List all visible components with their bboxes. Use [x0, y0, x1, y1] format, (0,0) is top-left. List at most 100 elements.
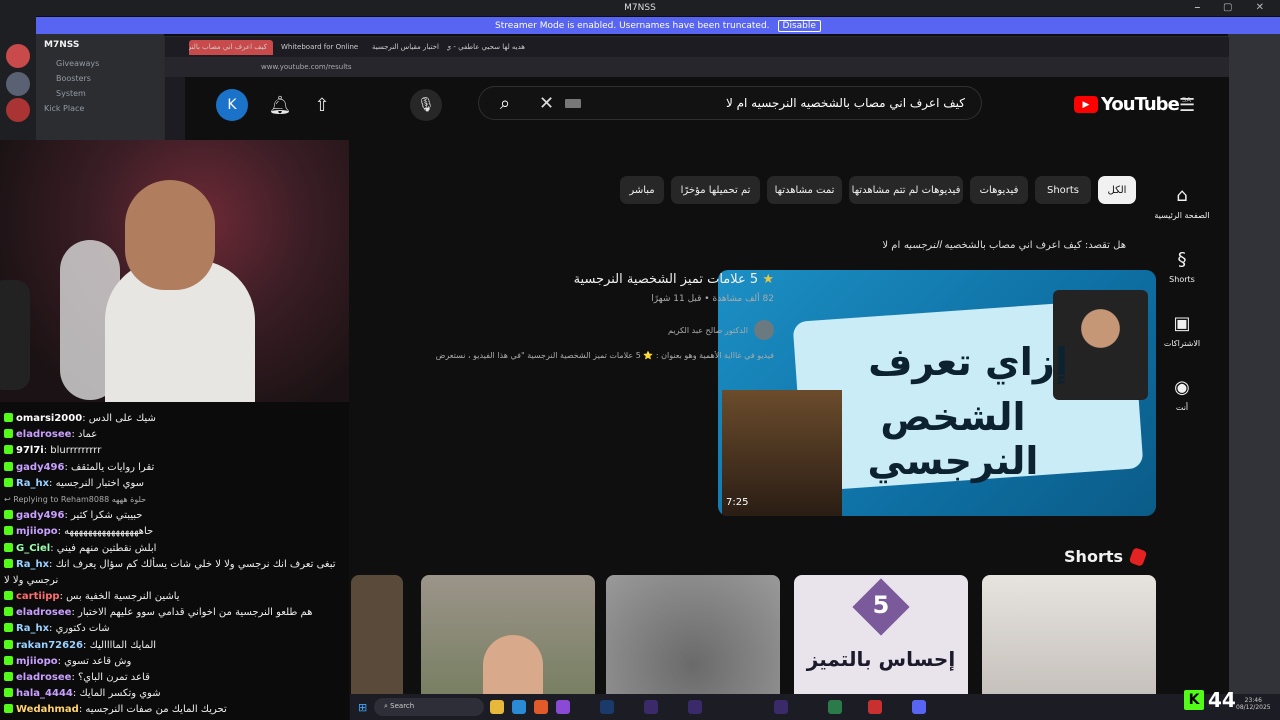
opera-icon[interactable] [868, 700, 882, 714]
chip-recent[interactable]: تم تحميلها مؤخرًا [671, 176, 760, 204]
nav-subscriptions[interactable]: ▣ الاشتراكات [1135, 313, 1229, 348]
system-clock[interactable]: 23:46 08/12/2025 [1236, 697, 1271, 711]
server-icon[interactable] [6, 98, 30, 122]
chat-username[interactable]: gady496 [16, 510, 64, 521]
server-icon[interactable] [6, 44, 30, 68]
webcam-overlay [0, 140, 349, 402]
nav-home[interactable]: ⌂ الصفحة الرئيسية [1135, 185, 1229, 220]
media-encoder-icon[interactable] [688, 700, 702, 714]
chrome-icon[interactable] [828, 700, 842, 714]
create-icon[interactable]: ⇧ [306, 89, 338, 121]
chat-username[interactable]: Ra_hx [16, 559, 49, 570]
chat-message: 97l7i: blurrrrrrrrr [0, 443, 349, 459]
account-avatar[interactable]: K [216, 89, 248, 121]
chat-username[interactable]: eladrosee [16, 429, 71, 440]
short-card[interactable] [982, 575, 1156, 695]
chat-username[interactable]: eladrosee [16, 672, 71, 683]
taskbar-search-label: Search [390, 702, 415, 710]
chip-videos[interactable]: فيديوهات [970, 176, 1028, 204]
tab-gift[interactable]: هديه لها سحبي عاطفي - ي... [447, 40, 531, 55]
channel-system[interactable]: System [36, 86, 164, 101]
chat-username[interactable]: mjiiopo [16, 526, 58, 537]
chip-shorts[interactable]: Shorts [1035, 176, 1091, 204]
disable-button[interactable]: Disable [777, 19, 821, 32]
url-text[interactable]: www.youtube.com/results [261, 63, 352, 71]
photoshop-icon[interactable] [600, 700, 614, 714]
chat-username[interactable]: eladrosee [16, 607, 71, 618]
tab-youtube[interactable]: كيف اعرف اني مصاب بالنر... [189, 40, 273, 55]
kick-badge-icon [4, 672, 13, 681]
chat-reply-indicator: ↩ Replying to Reham8088 حلوة هههه [0, 492, 349, 508]
chat-message: omarsi2000: شيك على الدس [0, 411, 349, 427]
search-box[interactable]: ⌕ ✕ كيف اعرف اني مصاب بالشخصيه النرجسيه … [478, 86, 982, 120]
tab-test[interactable]: اختبار مقياس النرجسية [361, 40, 445, 55]
chat-text: شات دكتوري [55, 623, 110, 635]
server-name[interactable]: M7NSS [36, 34, 164, 56]
video-channel[interactable]: الدكتور صالح عبد الكريم [668, 320, 774, 340]
channel-boosters[interactable]: Boosters [36, 71, 164, 86]
chat-username[interactable]: Wedahmad [16, 704, 79, 715]
chat-username[interactable]: 97l7i [16, 445, 44, 456]
chip-all[interactable]: الكل [1098, 176, 1136, 204]
chat-message: Wedahmad: تحريك المايك من صفات النرجسيه [0, 702, 349, 718]
chat-message: mjiiopo: حاههههههههههههههههه [0, 524, 349, 540]
chat-username[interactable]: Ra_hx [16, 478, 49, 489]
chat-username[interactable]: omarsi2000 [16, 413, 82, 424]
chat-username[interactable]: cartiipp [16, 591, 60, 602]
chat-username[interactable]: mjiiopo [16, 656, 58, 667]
chip-watched[interactable]: تمت مشاهدتها [767, 176, 842, 204]
thumbnail-text-line2: الشخص النرجسي [867, 395, 1039, 483]
chat-username[interactable]: Ra_hx [16, 623, 49, 634]
video-thumbnail[interactable]: إزاي تعرف الشخص النرجسي 7:25 [718, 270, 1156, 516]
video-title-text[interactable]: 5 علامات تميز الشخصية النرجسية [574, 272, 759, 287]
did-you-mean[interactable]: هل تقصد: كيف اعرف اني مصاب بالشخصيه النر… [882, 240, 1126, 251]
did-you-mean-query[interactable]: كيف اعرف اني مصاب بالشخصيه [944, 240, 1081, 251]
voice-search-icon[interactable]: 🎙︎ [410, 89, 442, 121]
did-you-mean-correction[interactable]: النرجسيه [903, 240, 941, 251]
did-you-mean-suffix[interactable]: ام لا [882, 240, 900, 251]
nav-shorts[interactable]: § Shorts [1135, 249, 1229, 284]
server-icon[interactable] [6, 72, 30, 96]
search-input[interactable]: كيف اعرف اني مصاب بالشخصيه النرجسيه ام ل… [726, 96, 965, 110]
chat-text: وش قاعد تسوي [64, 655, 132, 667]
chat-username[interactable]: G_Ciel [16, 543, 50, 554]
search-icon[interactable]: ⌕ [489, 87, 521, 119]
chat-username[interactable]: rakan72626 [16, 640, 83, 651]
tab-whiteboard[interactable]: Whiteboard for Online Co... [275, 40, 359, 55]
short-card[interactable] [606, 575, 780, 695]
youtube-wordmark: YouTube [1101, 94, 1180, 115]
chat-text: قاعد تمرن الباي؟ [78, 672, 150, 683]
brave-icon[interactable] [534, 700, 548, 714]
short-card[interactable] [421, 575, 595, 695]
premiere-icon[interactable] [774, 700, 788, 714]
channel-name[interactable]: الدكتور صالح عبد الكريم [668, 326, 748, 335]
channel-avatar[interactable] [754, 320, 774, 340]
short-card[interactable] [351, 575, 403, 695]
youtube-play-icon: ▶ [1074, 96, 1098, 113]
taskbar-search[interactable]: ⌕ Search [374, 698, 484, 716]
reply-user[interactable]: Reham8088 [61, 495, 109, 504]
section-kick-place[interactable]: Kick Place [36, 101, 164, 116]
chat-username[interactable]: gady496 [16, 462, 64, 473]
clear-search-icon[interactable]: ✕ [539, 93, 554, 114]
audition-icon[interactable] [644, 700, 658, 714]
short-card[interactable]: 5 إحساس بالتميز [794, 575, 968, 695]
chat-username[interactable]: hala_4444 [16, 688, 73, 699]
channel-giveaways[interactable]: Giveaways [36, 56, 164, 71]
youtube-logo[interactable]: ▶ YouTube SA [1074, 94, 1191, 115]
video-title[interactable]: ★ 5 علامات تميز الشخصية النرجسية [574, 272, 774, 287]
nav-you[interactable]: ◉ أنت [1135, 377, 1229, 412]
discord-icon[interactable] [912, 700, 926, 714]
chat-message: G_Ciel: ابلش نقطتين منهم فيني [0, 541, 349, 557]
chip-live[interactable]: مباشر [620, 176, 664, 204]
chip-unwatched[interactable]: فيديوهات لم تتم مشاهدتها [849, 176, 963, 204]
file-explorer-icon[interactable] [490, 700, 504, 714]
address-bar[interactable]: www.youtube.com/results [165, 57, 1229, 77]
start-icon[interactable]: ⊞ [358, 701, 367, 714]
vscode-icon[interactable] [512, 700, 526, 714]
keyboard-icon[interactable] [565, 99, 581, 108]
notifications-icon[interactable]: 🔔︎ [264, 89, 296, 121]
window-controls[interactable]: ⎯ ▢ ✕ [1195, 2, 1274, 13]
app-icon[interactable] [556, 700, 570, 714]
menu-icon[interactable]: ☰ [1179, 95, 1195, 116]
